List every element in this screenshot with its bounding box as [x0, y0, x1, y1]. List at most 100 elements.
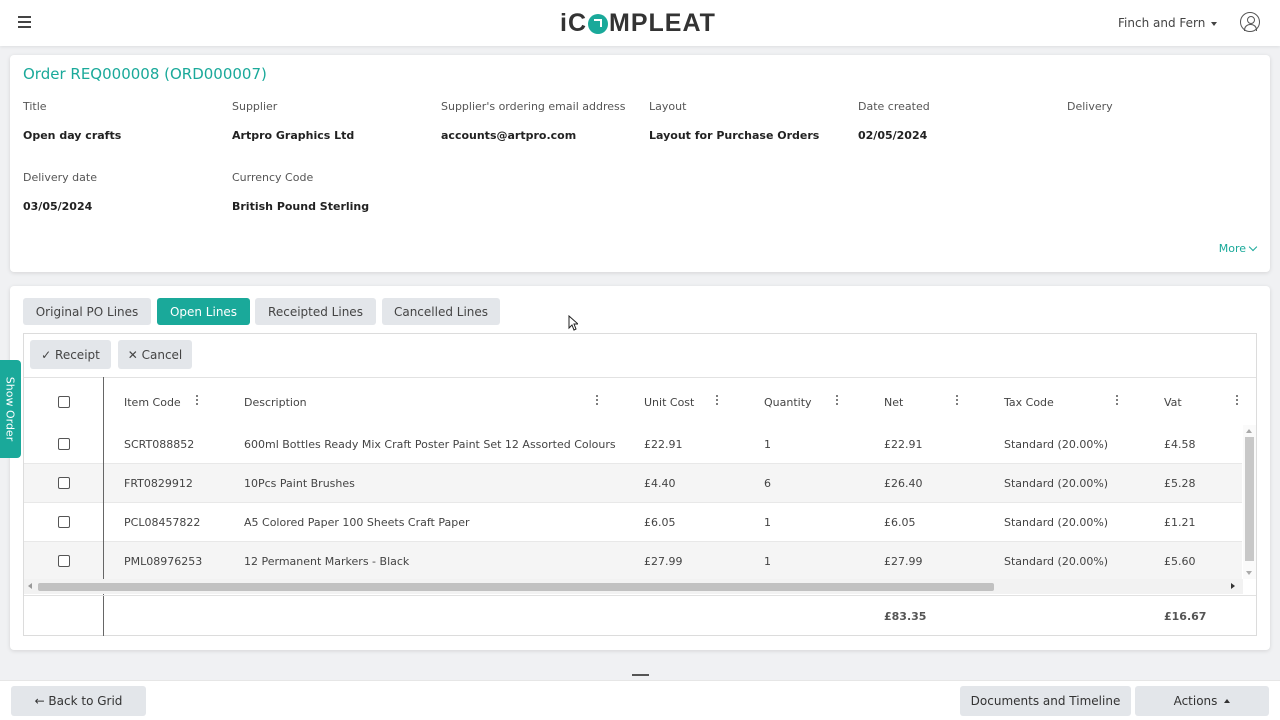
column-header-net[interactable]: Net: [884, 378, 903, 426]
quantity-cell: 1: [764, 438, 771, 451]
table-row[interactable]: PCL08457822 A5 Colored Paper 100 Sheets …: [24, 503, 1242, 542]
app-logo[interactable]: iC MPLEAT: [560, 9, 716, 38]
column-header-unit-cost[interactable]: Unit Cost: [644, 378, 694, 426]
item-code-cell: PML08976253: [124, 555, 203, 568]
scroll-right-icon[interactable]: [1231, 583, 1235, 589]
scroll-left-icon[interactable]: [28, 583, 32, 589]
show-order-tab[interactable]: Show Order: [0, 360, 21, 458]
description-cell: 10Pcs Paint Brushes: [244, 477, 355, 490]
tax-code-cell: Standard (20.00%): [1004, 438, 1109, 451]
chevron-down-icon: [1248, 242, 1258, 252]
hamburger-icon[interactable]: [18, 16, 31, 28]
column-menu-icon[interactable]: [955, 395, 959, 408]
column-header-vat[interactable]: Vat: [1164, 378, 1182, 426]
row-checkbox[interactable]: [58, 516, 70, 528]
tax-code-cell: Standard (20.00%): [1004, 477, 1109, 490]
column-menu-icon[interactable]: [1115, 395, 1119, 408]
column-menu-icon[interactable]: [715, 395, 719, 408]
tab-original-po-lines[interactable]: Original PO Lines: [23, 298, 151, 325]
currency-code-value: British Pound Sterling: [232, 200, 370, 213]
quantity-cell: 1: [764, 555, 771, 568]
column-header-quantity[interactable]: Quantity: [764, 378, 812, 426]
net-cell: £22.91: [884, 438, 923, 451]
more-label: More: [1218, 242, 1246, 255]
mouse-cursor-icon: [568, 315, 578, 331]
scroll-down-icon[interactable]: [1246, 571, 1252, 575]
currency-code-label: Currency Code: [232, 171, 314, 184]
row-checkbox[interactable]: [58, 477, 70, 489]
supplier-email-value: accounts@artpro.com: [441, 129, 577, 142]
logo-text-right: MPLEAT: [609, 9, 716, 37]
column-header-item-code[interactable]: Item Code: [124, 378, 181, 426]
item-code-cell: PCL08457822: [124, 516, 201, 529]
logo-arrow-icon: [588, 13, 608, 34]
receipt-button[interactable]: ✓ Receipt: [30, 340, 111, 369]
unit-cost-cell: £27.99: [644, 555, 683, 568]
delivery-label: Delivery: [1067, 100, 1113, 113]
net-cell: £27.99: [884, 555, 923, 568]
unit-cost-cell: £22.91: [644, 438, 683, 451]
tab-cancelled-lines[interactable]: Cancelled Lines: [382, 298, 500, 325]
delivery-date-label: Delivery date: [23, 171, 97, 184]
column-menu-icon[interactable]: [1235, 395, 1239, 408]
item-code-cell: FRT0829912: [124, 477, 193, 490]
layout-label: Layout: [649, 100, 687, 113]
date-created-label: Date created: [858, 100, 930, 113]
date-created-value: 02/05/2024: [858, 129, 928, 142]
column-menu-icon[interactable]: [595, 395, 599, 408]
title-label: Title: [23, 100, 47, 113]
organization-switcher[interactable]: Finch and Fern: [1118, 16, 1218, 30]
tax-code-cell: Standard (20.00%): [1004, 516, 1109, 529]
vertical-scroll-thumb[interactable]: [1245, 437, 1254, 561]
description-cell: A5 Colored Paper 100 Sheets Craft Paper: [244, 516, 470, 529]
tab-open-lines[interactable]: Open Lines: [157, 298, 250, 325]
top-navigation-bar: iC MPLEAT Finch and Fern: [0, 0, 1280, 46]
scroll-up-icon[interactable]: [1246, 429, 1252, 433]
unit-cost-cell: £6.05: [644, 516, 676, 529]
order-title: Order REQ000008 (ORD000007): [23, 65, 267, 83]
vat-cell: £5.28: [1164, 477, 1196, 490]
title-value: Open day crafts: [23, 129, 122, 142]
cancel-lines-button[interactable]: ✕ Cancel: [118, 340, 192, 369]
vat-cell: £4.58: [1164, 438, 1196, 451]
table-row[interactable]: FRT0829912 10Pcs Paint Brushes £4.40 6 £…: [24, 464, 1242, 503]
supplier-value: Artpro Graphics Ltd: [232, 129, 355, 142]
quantity-cell: 1: [764, 516, 771, 529]
caret-down-icon: [1211, 21, 1218, 26]
tab-receipted-lines[interactable]: Receipted Lines: [255, 298, 376, 325]
net-total: £83.35: [884, 609, 927, 623]
vat-cell: £5.60: [1164, 555, 1196, 568]
description-cell: 600ml Bottles Ready Mix Craft Poster Pai…: [244, 438, 616, 451]
table-row[interactable]: PML08976253 12 Permanent Markers - Black…: [24, 542, 1242, 581]
back-to-grid-button[interactable]: ← Back to Grid: [11, 686, 146, 716]
select-all-checkbox[interactable]: [58, 396, 70, 408]
user-circle-icon[interactable]: [1240, 12, 1260, 32]
totals-row: £83.35 £16.67: [24, 595, 1256, 635]
description-cell: 12 Permanent Markers - Black: [244, 555, 410, 568]
vat-cell: £1.21: [1164, 516, 1196, 529]
caret-up-icon: [1224, 699, 1231, 703]
layout-value: Layout for Purchase Orders: [649, 129, 820, 142]
logo-text-left: iC: [560, 9, 587, 37]
tax-code-cell: Standard (20.00%): [1004, 555, 1109, 568]
horizontal-scroll-thumb[interactable]: [38, 583, 994, 591]
resize-handle[interactable]: [632, 674, 649, 676]
supplier-label: Supplier: [232, 100, 278, 113]
horizontal-scrollbar[interactable]: [24, 579, 1243, 594]
actions-label: Actions: [1173, 694, 1218, 708]
more-link[interactable]: More: [1218, 242, 1258, 255]
column-header-tax-code[interactable]: Tax Code: [1004, 378, 1054, 426]
table-row[interactable]: SCRT088852 600ml Bottles Ready Mix Craft…: [24, 425, 1242, 464]
order-details-card: Order REQ000008 (ORD000007) Title Open d…: [10, 55, 1270, 272]
column-menu-icon[interactable]: [835, 395, 839, 408]
order-lines-card: Original PO Lines Open Lines Receipted L…: [10, 286, 1270, 650]
row-checkbox[interactable]: [58, 438, 70, 450]
actions-button[interactable]: Actions: [1135, 686, 1269, 716]
vertical-scrollbar[interactable]: [1243, 425, 1256, 579]
organization-name: Finch and Fern: [1118, 16, 1206, 30]
net-cell: £26.40: [884, 477, 923, 490]
column-header-description[interactable]: Description: [244, 378, 307, 426]
documents-timeline-button[interactable]: Documents and Timeline: [960, 686, 1131, 716]
column-menu-icon[interactable]: [195, 395, 199, 408]
row-checkbox[interactable]: [58, 555, 70, 567]
